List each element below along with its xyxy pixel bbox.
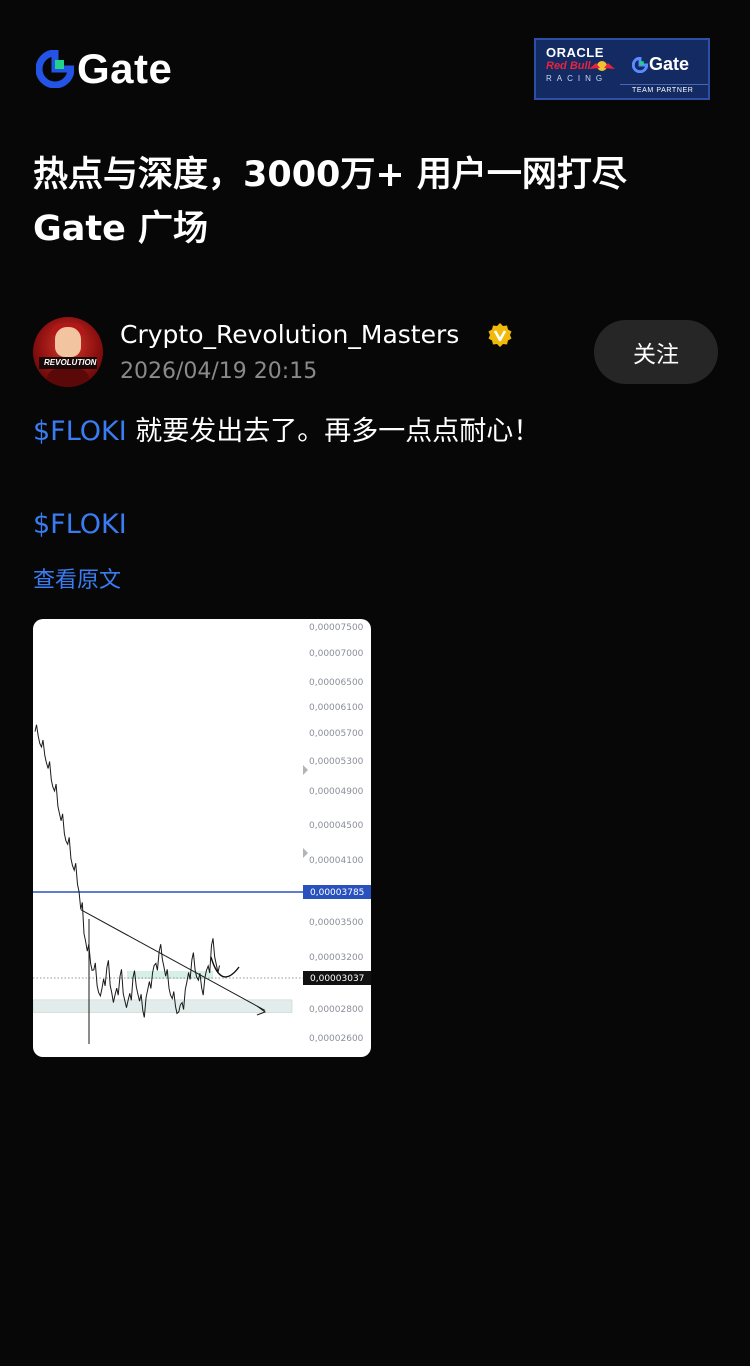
y-tick-label: 0,00003200 [309,953,364,963]
page-headline: 热点与深度，3000万+ 用户一网打尽 Gate 广场 [33,148,723,256]
post-text: $FLOKI 就要发出去了。再多一点点耐心！ [33,412,540,452]
support-zone [33,999,293,1013]
partner-oracle-text: ORACLE [546,45,604,60]
gate-logo-icon [36,50,74,88]
post-body-text: 就要发出去了。再多一点点耐心！ [126,416,541,447]
headline-line-1: 热点与深度，3000万+ 用户一网打尽 [33,155,627,195]
y-tick-label: 0,00006100 [309,703,364,713]
axis-marker-icon [303,765,308,775]
y-tick-label: 0,00004500 [309,821,364,831]
y-tick-label: 0,00004900 [309,787,364,797]
headline-line-2: Gate 广场 [33,209,209,249]
author-avatar[interactable]: REVOLUTION [33,317,103,387]
y-tick-label: 0,00005300 [309,757,364,767]
price-chart: 0,00007500 0,00007000 0,00006500 0,00006100… [33,623,371,1044]
redbull-icon [589,61,615,71]
post-timestamp: 2026/04/19 20:15 [120,359,318,384]
avatar-face [55,327,81,357]
view-original-link[interactable]: 查看原文 [33,565,121,597]
ticker-tag-link[interactable]: $FLOKI [33,505,127,545]
axis-marker-icon [303,848,308,858]
partner-tagline: TEAM PARTNER [632,87,694,94]
verified-badge-icon [488,323,512,347]
avatar-text: REVOLUTION [44,358,97,367]
gate-logo-icon [632,56,648,73]
ticker-link[interactable]: $FLOKI [33,416,127,447]
y-tick-label: 0,00004100 [309,856,364,866]
gate-logo[interactable]: Gate [36,45,173,92]
y-tick-label: 0,00007500 [309,623,364,633]
y-tick-label: 0,00007000 [309,649,364,659]
logo-text: Gate [77,45,173,92]
y-tick-label: 0,00002600 [309,1034,364,1044]
partner-redbull-text: Red Bull [546,60,591,72]
partner-racing-text: RACING [546,74,608,83]
follow-button[interactable]: 关注 [594,320,718,384]
team-partner-badge: ORACLE Red Bull RACING Gate TEAM PARTNER [534,38,710,100]
y-tick-label: 0,00005700 [309,729,364,739]
price-label-text: 0,00003785 [310,888,364,898]
avatar-body [47,369,89,387]
author-name[interactable]: Crypto_Revolution_Masters [120,318,459,352]
price-label-text: 0,00003037 [310,974,364,984]
y-tick-label: 0,00006500 [309,678,364,688]
post-chart-image[interactable]: 0,00007500 0,00007000 0,00006500 0,00006100… [33,619,371,1057]
gate-square-page: Gate ORACLE Red Bull RACING Gate TEAM PA… [0,0,750,1366]
partner-gate-logo: Gate [632,54,689,75]
y-tick-label: 0,00002800 [309,1005,364,1015]
y-tick-label: 0,00003500 [309,918,364,928]
partner-gate-text: Gate [649,54,690,74]
partner-divider [620,84,708,85]
